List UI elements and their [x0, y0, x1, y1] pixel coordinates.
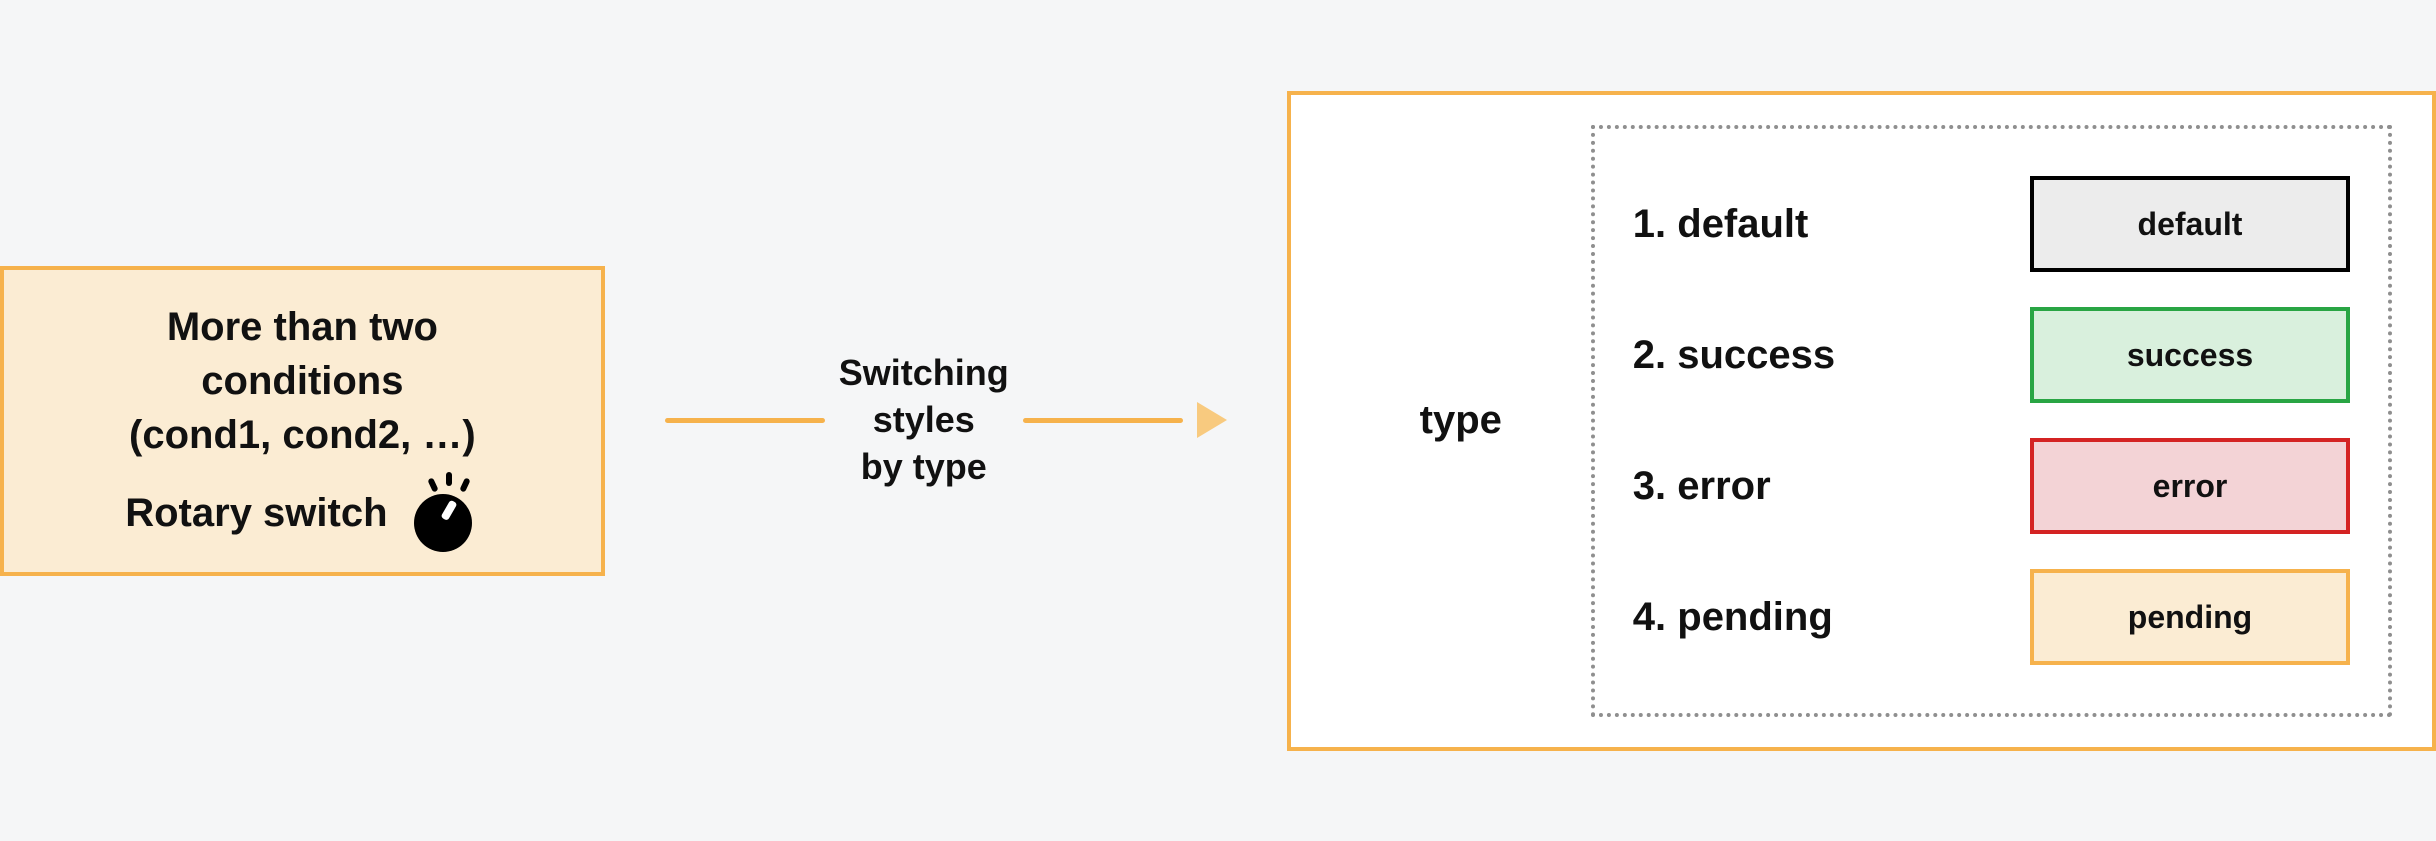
arrow-flow: Switching styles by type: [665, 350, 1227, 490]
swatch-success: success: [2030, 307, 2350, 403]
entry-default-label: 1. default: [1633, 202, 1990, 247]
swatch-error: error: [2030, 438, 2350, 534]
type-column-label: type: [1331, 398, 1591, 443]
arrow-label: Switching styles by type: [839, 350, 1009, 490]
style-switch-box: type 1. default default 2. success succe…: [1287, 91, 2436, 751]
arrow-line-left: [665, 418, 825, 423]
arrow-label-line-2: styles: [839, 397, 1009, 444]
conditions-line-1: More than two: [40, 300, 565, 354]
rotary-switch-label: Rotary switch: [125, 486, 387, 540]
conditions-line-3: (cond1, cond2, …): [40, 408, 565, 462]
swatch-pending: pending: [2030, 569, 2350, 665]
arrow-line-right: [1023, 418, 1183, 423]
arrow-label-line-3: by type: [839, 444, 1009, 491]
entry-success-label: 2. success: [1633, 333, 1990, 378]
style-grid: 1. default default 2. success success 3.…: [1591, 125, 2392, 717]
swatch-default: default: [2030, 176, 2350, 272]
left-box-footer: Rotary switch: [40, 480, 565, 546]
conditions-line-2: conditions: [40, 354, 565, 408]
entry-pending-label: 4. pending: [1633, 595, 1990, 640]
arrow-label-line-1: Switching: [839, 350, 1009, 397]
arrow-head-icon: [1197, 402, 1227, 438]
entry-error-label: 3. error: [1633, 464, 1990, 509]
rotary-knob-icon: [414, 480, 480, 546]
conditions-box: More than two conditions (cond1, cond2, …: [0, 266, 605, 576]
